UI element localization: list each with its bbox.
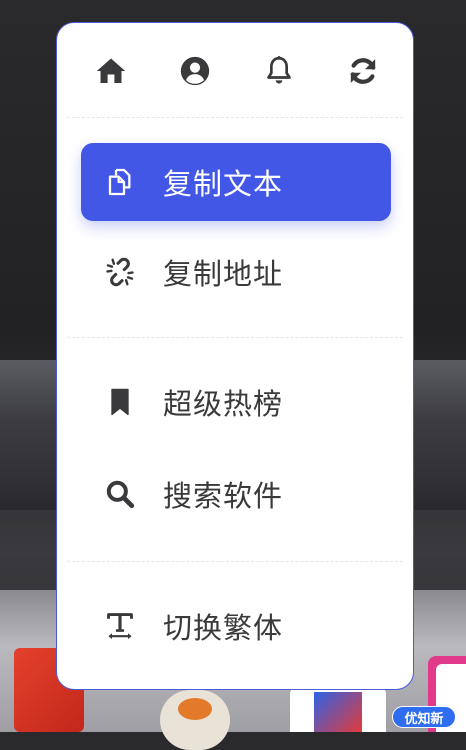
context-menu: 复制文本 复制地址 超级热榜 搜索软件 切换繁体 <box>56 22 414 690</box>
search-software-label: 搜索软件 <box>163 479 284 513</box>
copy-address-label: 复制地址 <box>163 257 284 291</box>
copy-address-item[interactable]: 复制地址 <box>81 233 391 311</box>
background-app-transfer-icon <box>290 686 386 732</box>
home-button[interactable] <box>87 47 135 95</box>
menu-top-toolbar <box>57 47 413 95</box>
background-app-food-icon <box>160 690 230 750</box>
switch-traditional-item[interactable]: 切换繁体 <box>81 587 391 665</box>
refresh-button[interactable] <box>339 47 387 95</box>
super-hot-list-label: 超级热榜 <box>163 387 284 421</box>
menu-divider <box>67 561 403 562</box>
copy-icon <box>103 165 137 199</box>
user-button[interactable] <box>171 47 219 95</box>
menu-divider <box>67 117 403 118</box>
search-icon <box>103 477 137 511</box>
home-icon <box>96 58 126 84</box>
unlink-icon <box>103 255 137 289</box>
menu-divider <box>67 337 403 338</box>
bell-icon <box>267 55 291 84</box>
super-hot-list-item[interactable]: 超级热榜 <box>81 363 391 441</box>
refresh-icon <box>350 58 376 84</box>
switch-traditional-label: 切换繁体 <box>163 611 284 645</box>
watermark-badge: 优知新 <box>392 706 456 728</box>
copy-text-item[interactable]: 复制文本 <box>81 143 391 221</box>
user-icon <box>180 56 210 86</box>
bookmark-icon <box>103 385 137 419</box>
search-software-item[interactable]: 搜索软件 <box>81 455 391 533</box>
copy-text-label: 复制文本 <box>163 167 284 201</box>
notification-button[interactable] <box>255 47 303 95</box>
text-width-icon <box>103 609 137 643</box>
